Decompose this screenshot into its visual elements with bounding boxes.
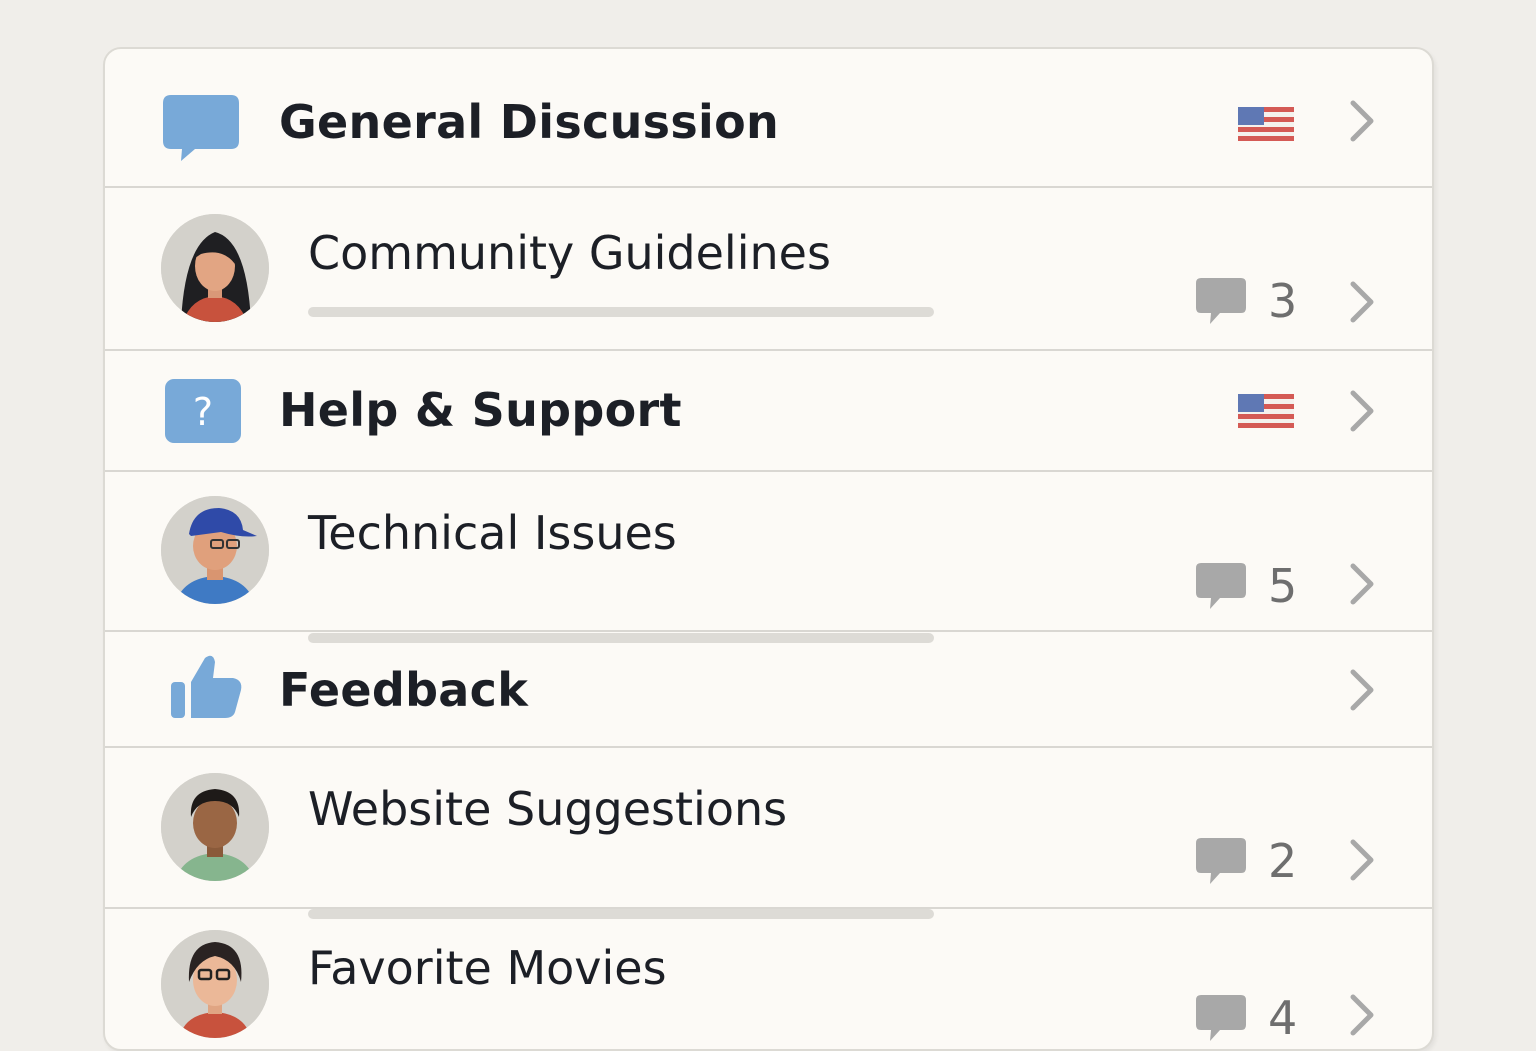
reply-count: 2 bbox=[1194, 836, 1304, 888]
speech-bubble-icon bbox=[161, 93, 241, 169]
category-title: Feedback bbox=[279, 663, 529, 717]
reply-count-value: 2 bbox=[1268, 834, 1298, 888]
comment-icon bbox=[1194, 993, 1248, 1049]
comment-icon bbox=[1194, 836, 1248, 892]
chevron-right-icon[interactable] bbox=[1347, 562, 1377, 610]
chevron-right-icon[interactable] bbox=[1347, 280, 1377, 328]
forum-list: General Discussion Community Guidelines … bbox=[103, 47, 1434, 1051]
question-icon: ? bbox=[161, 379, 241, 449]
subforum-title: Favorite Movies bbox=[308, 941, 667, 995]
subforum-technical-issues[interactable]: Technical Issues 5 bbox=[105, 472, 1432, 643]
comment-icon bbox=[1194, 276, 1248, 332]
subforum-community-guidelines[interactable]: Community Guidelines 3 bbox=[105, 188, 1432, 351]
svg-text:?: ? bbox=[193, 390, 213, 434]
reply-count-value: 3 bbox=[1268, 274, 1298, 328]
chevron-right-icon[interactable] bbox=[1347, 389, 1377, 437]
us-flag-icon bbox=[1238, 394, 1294, 428]
comment-icon bbox=[1194, 561, 1248, 617]
reply-count-value: 4 bbox=[1268, 991, 1298, 1045]
avatar-man-green-shirt bbox=[161, 773, 269, 881]
category-help-support[interactable]: ? Help & Support bbox=[105, 351, 1432, 472]
category-title: General Discussion bbox=[279, 95, 780, 149]
subforum-title: Website Suggestions bbox=[308, 782, 788, 836]
reply-count-value: 5 bbox=[1268, 559, 1298, 613]
category-title: Help & Support bbox=[279, 383, 682, 437]
chevron-right-icon[interactable] bbox=[1347, 993, 1377, 1041]
activity-bar bbox=[308, 307, 934, 317]
category-feedback[interactable]: Feedback bbox=[105, 632, 1432, 748]
avatar-woman-dark-hair bbox=[161, 214, 269, 322]
reply-count: 3 bbox=[1194, 276, 1304, 328]
subforum-favorite-movies[interactable]: Favorite Movies 4 bbox=[105, 909, 1432, 1049]
chevron-right-icon[interactable] bbox=[1347, 99, 1377, 147]
chevron-right-icon[interactable] bbox=[1347, 838, 1377, 886]
chevron-right-icon[interactable] bbox=[1347, 668, 1377, 716]
avatar-person-glasses bbox=[161, 930, 269, 1038]
reply-count: 5 bbox=[1194, 561, 1304, 613]
thumbs-up-icon bbox=[161, 652, 245, 726]
us-flag-icon bbox=[1238, 107, 1294, 141]
avatar-man-blue-cap bbox=[161, 496, 269, 604]
reply-count: 4 bbox=[1194, 993, 1304, 1045]
subforum-title: Community Guidelines bbox=[308, 226, 831, 280]
subforum-website-suggestions[interactable]: Website Suggestions 2 bbox=[105, 748, 1432, 919]
subforum-title: Technical Issues bbox=[308, 506, 677, 560]
category-general-discussion[interactable]: General Discussion bbox=[105, 49, 1432, 188]
